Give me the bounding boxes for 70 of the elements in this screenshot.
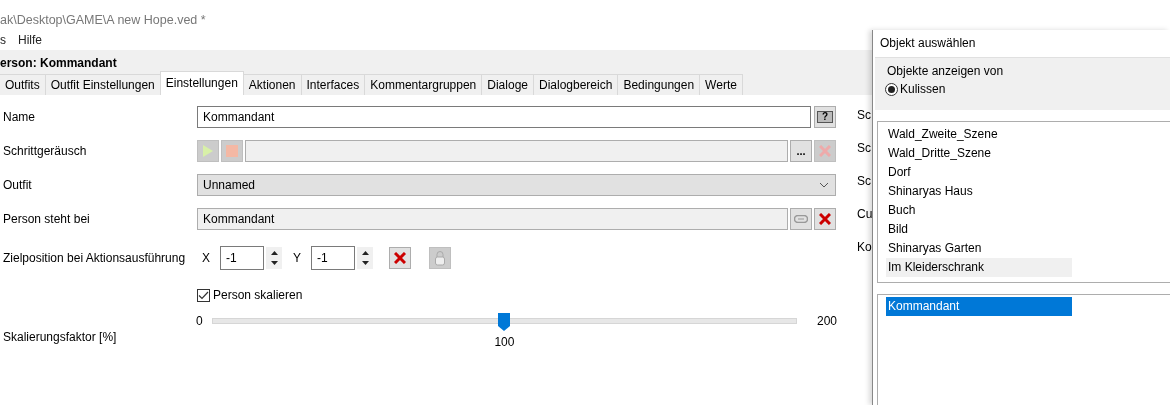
slider-max-label: 200 — [816, 314, 837, 328]
text-field[interactable]: Kommandant — [197, 208, 788, 230]
window-title: ak\Desktop\GAME\A new Hope.ved * — [0, 13, 206, 29]
field-label: Skalierungsfaktor [%] — [2, 329, 118, 344]
field-label: Person steht bei — [2, 212, 91, 226]
browse-button[interactable]: ... — [790, 140, 812, 162]
play-icon — [202, 144, 214, 158]
field-label: Schrittgeräusch — [2, 144, 88, 158]
text-field[interactable]: Kommandant — [197, 106, 811, 128]
clear-button[interactable] — [389, 247, 412, 269]
link-button[interactable] — [790, 208, 812, 230]
spin-button[interactable] — [357, 247, 374, 269]
tab[interactable]: Bedingungen — [617, 74, 701, 95]
radio-option[interactable]: Kulissen — [879, 82, 946, 96]
delete-icon — [394, 252, 407, 264]
axis-label: Y — [293, 251, 302, 265]
clear-button[interactable] — [814, 208, 836, 230]
tab[interactable]: Einstellungen — [159, 71, 244, 95]
help-button[interactable]: ? — [814, 106, 836, 128]
slider-thumb[interactable] — [498, 313, 511, 331]
list-item[interactable]: Im Kleiderschrank — [886, 258, 1072, 277]
field-label: Cu — [857, 207, 873, 223]
padlock-icon — [434, 250, 447, 266]
chain-link-icon — [794, 215, 808, 223]
up-down-arrows-icon — [360, 248, 370, 268]
field-label: Name — [2, 110, 36, 124]
stop-icon — [226, 145, 238, 157]
panel-title: erson: Kommandant — [0, 56, 117, 70]
axis-label: X — [202, 251, 210, 265]
slider-min-label: 0 — [196, 314, 204, 328]
group-title: Objekte anzeigen von — [886, 64, 1005, 78]
tab[interactable]: Werte — [699, 74, 743, 95]
up-down-arrows-icon — [269, 248, 279, 268]
list-item[interactable]: Shinaryas Haus — [886, 182, 1072, 201]
sound-field[interactable] — [245, 140, 788, 162]
field-label: Zielposition bei Aktionsausführung — [2, 251, 187, 265]
list-item[interactable]: Shinaryas Garten — [886, 239, 1072, 258]
checkbox-label[interactable]: Person skalieren — [213, 288, 303, 302]
field-label: Sc — [857, 108, 872, 124]
lock-button[interactable] — [429, 247, 452, 269]
list-item[interactable]: Buch — [886, 201, 1072, 220]
radio-icon — [885, 82, 898, 96]
list-item[interactable]: Dorf — [886, 163, 1072, 182]
spin-button[interactable] — [266, 247, 282, 269]
slider-value: 100 — [494, 335, 515, 349]
tab[interactable]: Dialogbereich — [533, 74, 619, 95]
delete-icon — [819, 145, 831, 157]
field-label: Ko — [857, 240, 873, 256]
number-field[interactable]: -1 — [311, 246, 356, 270]
list-item[interactable]: Bild — [886, 220, 1072, 239]
menu-item[interactable]: s — [0, 33, 6, 47]
list-item[interactable]: Wald_Zweite_Szene — [886, 125, 1072, 144]
tab[interactable]: Kommentargruppen — [364, 74, 483, 95]
play-button[interactable] — [197, 140, 219, 162]
checkbox[interactable] — [197, 288, 210, 302]
list-item[interactable]: Kommandant — [886, 297, 1072, 316]
field-label: Outfit — [2, 178, 33, 192]
tab[interactable]: Dialoge — [481, 74, 534, 95]
field-label: Sc — [857, 141, 872, 157]
tab[interactable]: Outfit Einstellungen — [44, 74, 161, 95]
slider[interactable] — [211, 313, 797, 331]
stop-button[interactable] — [221, 140, 243, 162]
chevron-down-icon — [819, 182, 829, 188]
field-label: Sc — [857, 174, 872, 190]
menu-item[interactable]: Hilfe — [18, 33, 42, 47]
list-item[interactable]: Wald_Dritte_Szene — [886, 144, 1072, 163]
number-field[interactable]: -1 — [220, 246, 264, 270]
delete-icon — [819, 213, 831, 225]
dialog-title: Objekt auswählen — [879, 35, 977, 52]
outfit-dropdown[interactable]: Unnamed — [197, 174, 836, 196]
